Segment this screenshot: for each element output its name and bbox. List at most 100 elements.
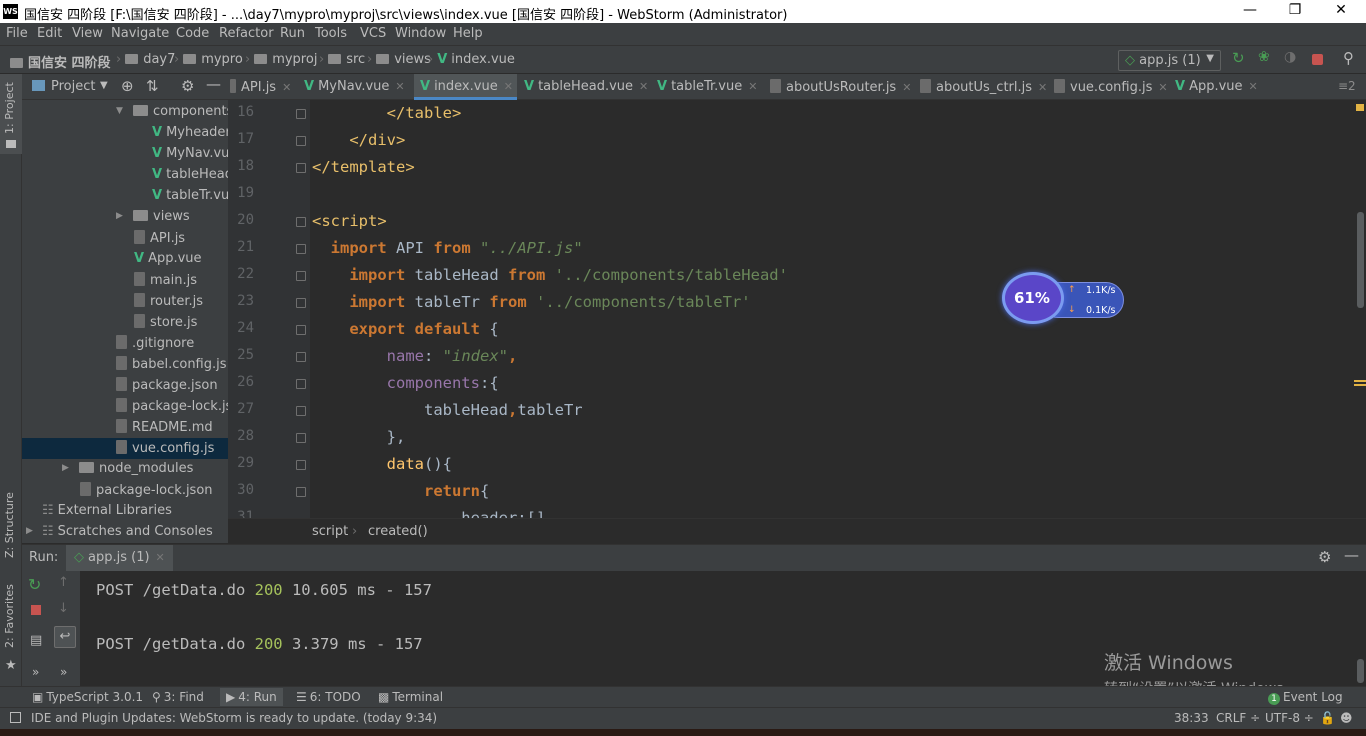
- tool-typescript[interactable]: ▣ TypeScript 3.0.1: [32, 690, 143, 704]
- code-line[interactable]: import tableHead from '../components/tab…: [312, 266, 788, 284]
- tree-item-tabletr[interactable]: VtableTr.vue: [22, 186, 228, 207]
- console-scrollbar[interactable]: [1357, 659, 1364, 683]
- tab-index-vue[interactable]: Vindex.vue ✕: [414, 74, 517, 100]
- editor-crumb-script[interactable]: script: [312, 524, 348, 539]
- tree-item-babel-config[interactable]: babel.config.js: [22, 354, 228, 375]
- close-icon[interactable]: ✕: [504, 80, 513, 93]
- tab-tabletr[interactable]: VtableTr.vue ✕: [657, 74, 757, 100]
- tree-item-readme[interactable]: README.md: [22, 417, 228, 438]
- more-icon[interactable]: »: [32, 665, 39, 679]
- close-icon[interactable]: ✕: [395, 80, 404, 93]
- close-window-button[interactable]: ✕: [1318, 2, 1364, 22]
- tree-item-external-libraries[interactable]: ☷ External Libraries: [22, 501, 228, 522]
- fold-marker-icon[interactable]: [296, 433, 306, 443]
- tree-item-vue-config[interactable]: vue.config.js: [22, 438, 228, 459]
- run-tab-app-js[interactable]: ◇ app.js (1) ✕: [66, 545, 173, 572]
- tab-aboutusrouter[interactable]: aboutUsRouter.js ✕: [770, 74, 911, 100]
- tree-item-api-js[interactable]: API.js: [22, 228, 228, 249]
- close-icon[interactable]: ✕: [1249, 80, 1258, 93]
- tree-item-myheader[interactable]: V Myheader: [22, 123, 228, 144]
- fold-marker-icon[interactable]: [296, 244, 306, 254]
- code-line[interactable]: name: "index",: [312, 347, 518, 365]
- breadcrumb-day7[interactable]: › day7: [112, 52, 175, 67]
- menu-refactor[interactable]: Refactor: [219, 26, 274, 41]
- rerun-icon[interactable]: ↻: [1232, 49, 1246, 67]
- menu-run[interactable]: Run: [280, 26, 305, 41]
- warning-marker[interactable]: [1354, 384, 1366, 386]
- scrollbar-thumb[interactable]: [1357, 212, 1364, 308]
- status-message[interactable]: IDE and Plugin Updates: WebStorm is read…: [31, 711, 437, 725]
- warning-marker[interactable]: [1356, 104, 1364, 111]
- caret-position[interactable]: 38:33: [1174, 711, 1209, 725]
- code-line[interactable]: data(){: [312, 455, 452, 473]
- fold-marker-icon[interactable]: [296, 163, 306, 173]
- editor-crumb-created[interactable]: created(): [368, 524, 428, 539]
- tree-item-main-js[interactable]: main.js: [22, 270, 228, 291]
- tree-item-scratches[interactable]: ▶ ☷ Scratches and Consoles: [22, 522, 228, 543]
- coverage-icon[interactable]: ◑: [1284, 49, 1298, 65]
- soft-wrap-icon[interactable]: ↩: [54, 626, 76, 648]
- breadcrumb-project[interactable]: 国信安 四阶段: [10, 52, 111, 71]
- tree-item-views[interactable]: ▶ views: [22, 207, 228, 228]
- fold-marker-icon[interactable]: [296, 406, 306, 416]
- menu-help[interactable]: Help: [453, 26, 483, 41]
- fold-marker-icon[interactable]: [296, 352, 306, 362]
- code-line[interactable]: export default {: [312, 320, 498, 338]
- tab-api-js[interactable]: API.js ✕: [230, 74, 291, 100]
- tab-vue-config[interactable]: vue.config.js ✕: [1054, 74, 1168, 100]
- arrow-down-icon[interactable]: ↓: [58, 601, 69, 616]
- file-encoding[interactable]: UTF-8 ÷: [1265, 711, 1314, 725]
- minimize-button[interactable]: —: [1227, 2, 1273, 22]
- tree-item-node-modules[interactable]: ▶ node_modules: [22, 459, 228, 480]
- menu-tools[interactable]: Tools: [315, 26, 347, 41]
- menu-vcs[interactable]: VCS: [360, 26, 386, 41]
- close-icon[interactable]: ✕: [156, 551, 165, 564]
- tree-item-gitignore[interactable]: .gitignore: [22, 333, 228, 354]
- collapse-icon[interactable]: ⇅: [146, 77, 159, 95]
- project-view-select[interactable]: Project: [51, 79, 95, 94]
- code-line[interactable]: </template>: [312, 158, 415, 176]
- code-line[interactable]: header:[]: [312, 509, 545, 518]
- menu-edit[interactable]: Edit: [37, 26, 62, 41]
- locate-icon[interactable]: ⊕: [121, 77, 134, 95]
- tree-item-store-js[interactable]: store.js: [22, 312, 228, 333]
- breadcrumb-src[interactable]: › src: [315, 52, 365, 67]
- fold-marker-icon[interactable]: [296, 298, 306, 308]
- warning-marker[interactable]: [1354, 380, 1366, 382]
- tool-event-log[interactable]: 1 Event Log: [1268, 690, 1343, 705]
- tree-item-tablehead[interactable]: VtableHead: [22, 165, 228, 186]
- lock-icon[interactable]: 🔓: [1320, 711, 1335, 725]
- code-line[interactable]: import API from "../API.js": [312, 239, 583, 257]
- inspector-icon[interactable]: ☻: [1340, 711, 1353, 725]
- tab-aboutus-ctrl[interactable]: aboutUs_ctrl.js ✕: [920, 74, 1047, 100]
- gear-icon[interactable]: ⚙: [1318, 548, 1331, 566]
- tab-app-vue[interactable]: V App.vue ✕: [1175, 74, 1258, 100]
- close-icon[interactable]: ✕: [902, 81, 911, 94]
- breadcrumb-file[interactable]: › Vindex.vue: [424, 52, 515, 67]
- breadcrumb-myproj[interactable]: › myproj: [241, 52, 317, 67]
- layout-icon[interactable]: ▤: [30, 633, 42, 648]
- hide-icon[interactable]: —: [1344, 546, 1359, 564]
- debug-icon[interactable]: ❀: [1258, 49, 1272, 65]
- toggle-tool-windows-icon[interactable]: [10, 712, 21, 723]
- menu-view[interactable]: View: [72, 26, 103, 41]
- code-line[interactable]: <script>: [312, 212, 387, 230]
- fold-marker-icon[interactable]: [296, 379, 306, 389]
- close-icon[interactable]: ✕: [282, 81, 291, 94]
- run-configuration-select[interactable]: ◇ app.js (1) ▼: [1118, 50, 1221, 71]
- fold-marker-icon[interactable]: [296, 460, 306, 470]
- tree-item-package-json[interactable]: package.json: [22, 375, 228, 396]
- code-line[interactable]: return{: [312, 482, 489, 500]
- close-icon[interactable]: ✕: [748, 80, 757, 93]
- fold-marker-icon[interactable]: [296, 136, 306, 146]
- menu-code[interactable]: Code: [176, 26, 209, 41]
- tree-item-mynav[interactable]: VMyNav.vue: [22, 144, 228, 165]
- chevron-down-icon[interactable]: ▼: [100, 80, 108, 91]
- code-line[interactable]: tableHead,tableTr: [312, 401, 583, 419]
- tree-item-package-lock-json[interactable]: package-lock.json: [22, 480, 228, 501]
- arrow-up-icon[interactable]: ↑: [58, 575, 69, 590]
- code-editor[interactable]: 16 17 18 19 20 21 22 23 24 25 26 27 28 29 30 31 </table…: [228, 100, 1354, 518]
- code-line[interactable]: components:{: [312, 374, 499, 392]
- tree-item-components[interactable]: ▼ components: [22, 102, 228, 123]
- code-line[interactable]: },: [312, 428, 406, 446]
